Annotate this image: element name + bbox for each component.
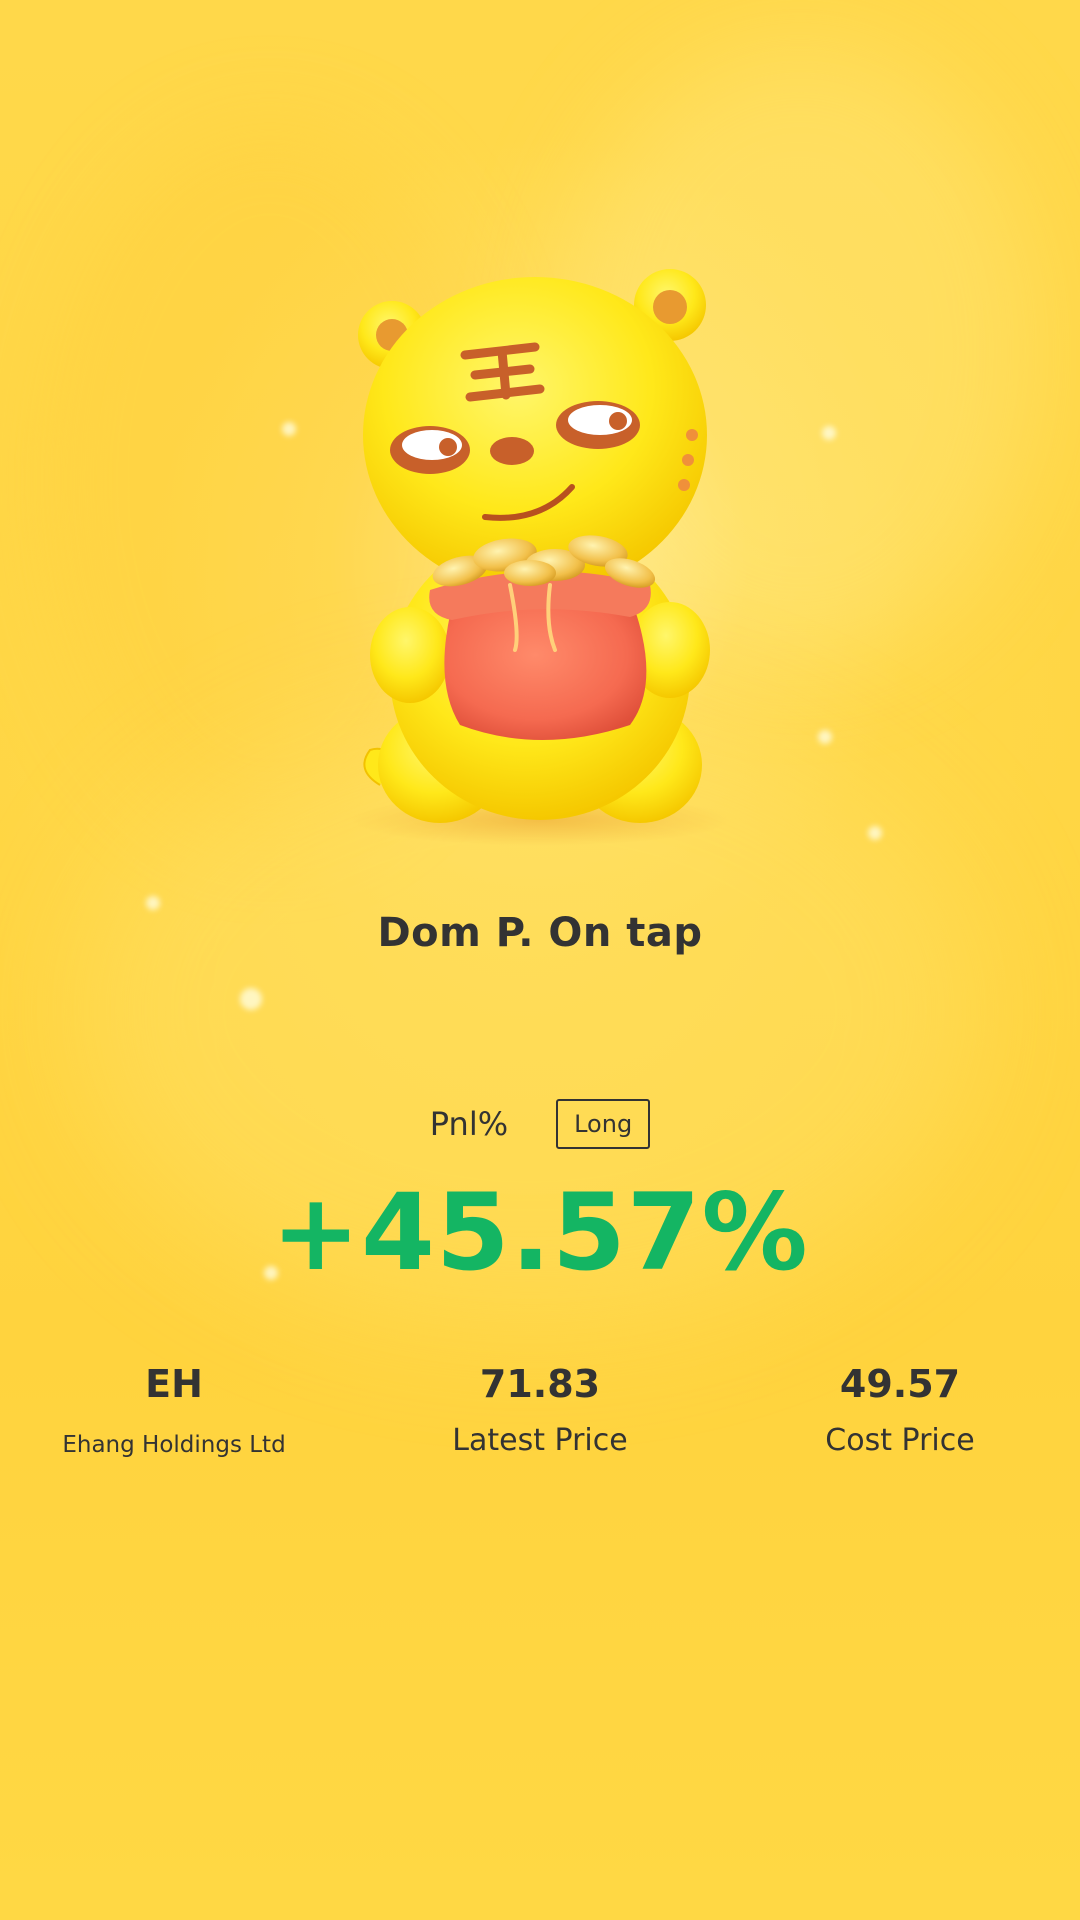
pnl-header: Pnl% Long [0,1098,1080,1150]
sparkle-decoration [822,426,836,440]
sparkle-decoration [240,988,262,1010]
pnl-percentage: +45.57% [271,1171,809,1294]
sparkle-decoration [282,422,296,436]
latest-price-value: 71.83 [479,1362,601,1406]
tiger-mascot-money-bag-icon [350,269,730,846]
latest-price-label: Latest Price [452,1423,628,1458]
pnl-label: Pnl% [429,1105,509,1143]
stat-cost-price: 49.57 Cost Price [720,1360,1080,1464]
sparkle-decoration [868,826,882,840]
cost-price-value: 49.57 [839,1362,961,1406]
ticker-symbol: EH [145,1362,203,1406]
sparkle-decoration [146,896,160,910]
sparkle-decoration [818,730,832,744]
stats-row: EH Ehang Holdings Ltd 71.83 Latest Price… [0,1360,1080,1464]
user-name: Dom P. On tap [377,910,703,956]
stat-ticker: EH Ehang Holdings Ltd [0,1360,354,1464]
stat-latest-price: 71.83 Latest Price [360,1360,720,1464]
direction-badge: Long [556,1099,651,1149]
company-name: Ehang Holdings Ltd [62,1432,286,1458]
cost-price-label: Cost Price [825,1423,975,1458]
